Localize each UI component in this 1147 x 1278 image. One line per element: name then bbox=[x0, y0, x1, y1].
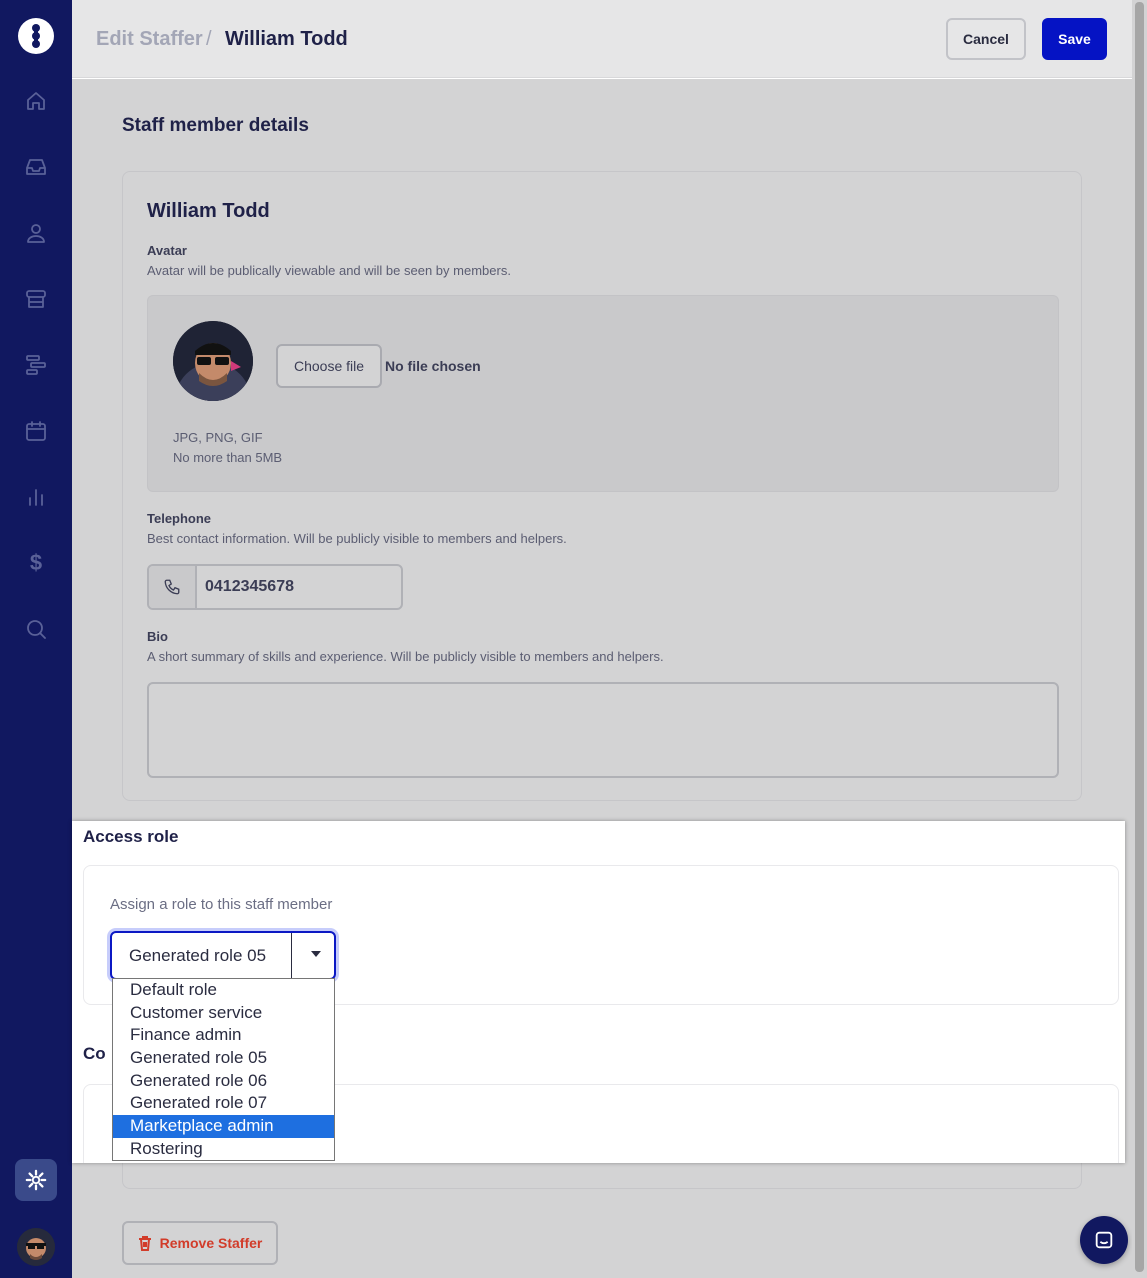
role-select-value: Generated role 05 bbox=[129, 946, 267, 965]
role-option[interactable]: Generated role 05 bbox=[113, 1047, 334, 1070]
no-file-text: No file chosen bbox=[385, 358, 481, 374]
next-card-bottom bbox=[122, 1159, 1082, 1189]
breadcrumb-parent[interactable]: Edit Staffer bbox=[96, 28, 203, 51]
remove-staffer-label: Remove Staffer bbox=[159, 1235, 263, 1251]
telephone-field bbox=[147, 564, 403, 610]
role-select[interactable]: Generated role 05 bbox=[110, 931, 336, 980]
telephone-input[interactable] bbox=[197, 566, 397, 608]
chevron-down-icon bbox=[311, 951, 321, 957]
role-option[interactable]: Generated role 07 bbox=[113, 1092, 334, 1115]
workflow-icon[interactable] bbox=[22, 351, 50, 379]
chat-icon bbox=[1095, 1231, 1113, 1249]
avatar-label: Avatar bbox=[147, 243, 187, 258]
home-icon[interactable] bbox=[22, 87, 50, 115]
role-option[interactable]: Finance admin bbox=[113, 1024, 334, 1047]
file-size-limit: No more than 5MB bbox=[173, 450, 283, 465]
choose-file-button[interactable]: Choose file bbox=[276, 344, 382, 388]
gear-icon bbox=[25, 1169, 47, 1191]
scrollbar-thumb[interactable] bbox=[1135, 2, 1144, 1272]
settings-button[interactable] bbox=[15, 1159, 57, 1201]
trash-icon bbox=[138, 1236, 151, 1251]
phone-icon bbox=[149, 566, 197, 608]
avatar-help: Avatar will be publically viewable and w… bbox=[147, 263, 511, 278]
bio-label: Bio bbox=[147, 629, 168, 644]
user-avatar[interactable] bbox=[17, 1228, 55, 1266]
role-dropdown-list: Default role Customer service Finance ad… bbox=[112, 978, 335, 1161]
role-option[interactable]: Customer service bbox=[113, 1002, 334, 1025]
chart-icon[interactable] bbox=[22, 483, 50, 511]
dollar-icon[interactable]: $ bbox=[22, 549, 50, 577]
role-option-highlighted[interactable]: Marketplace admin bbox=[113, 1115, 334, 1138]
save-button[interactable]: Save bbox=[1042, 18, 1107, 60]
avatar-preview bbox=[173, 321, 253, 401]
staff-name: William Todd bbox=[147, 200, 270, 222]
sidebar: $ bbox=[0, 0, 72, 1278]
page-header: Edit Staffer / William Todd Cancel Save bbox=[72, 0, 1132, 78]
bio-textarea[interactable] bbox=[147, 682, 1059, 778]
search-icon[interactable] bbox=[22, 615, 50, 643]
next-section-title: Co bbox=[83, 1044, 106, 1063]
breadcrumb-current: William Todd bbox=[225, 28, 348, 50]
access-role-help: Assign a role to this staff member bbox=[110, 896, 333, 913]
select-divider bbox=[291, 933, 292, 978]
avatar-upload: Choose file No file chosen JPG, PNG, GIF… bbox=[147, 295, 1059, 492]
role-option[interactable]: Generated role 06 bbox=[113, 1070, 334, 1093]
scrollbar[interactable] bbox=[1132, 0, 1147, 1278]
remove-staffer-button[interactable]: Remove Staffer bbox=[122, 1221, 278, 1265]
logo-icon[interactable] bbox=[18, 18, 54, 54]
file-formats: JPG, PNG, GIF bbox=[173, 430, 263, 445]
cancel-button[interactable]: Cancel bbox=[946, 18, 1026, 60]
telephone-label: Telephone bbox=[147, 511, 212, 526]
chat-launcher-button[interactable] bbox=[1080, 1216, 1128, 1264]
role-option[interactable]: Rostering bbox=[113, 1138, 334, 1161]
section-title: Staff member details bbox=[122, 115, 309, 136]
access-role-panel: Access role Assign a role to this staff … bbox=[72, 821, 1125, 1163]
inbox-icon[interactable] bbox=[22, 153, 50, 181]
breadcrumb-separator: / bbox=[206, 28, 212, 50]
telephone-help: Best contact information. Will be public… bbox=[147, 531, 567, 546]
store-icon[interactable] bbox=[22, 285, 50, 313]
bio-help: A short summary of skills and experience… bbox=[147, 649, 664, 664]
calendar-icon[interactable] bbox=[22, 417, 50, 445]
staff-details-card: William Todd Avatar Avatar will be publi… bbox=[122, 171, 1082, 801]
access-role-title: Access role bbox=[83, 827, 179, 846]
user-icon[interactable] bbox=[22, 219, 50, 247]
role-option[interactable]: Default role bbox=[113, 979, 334, 1002]
